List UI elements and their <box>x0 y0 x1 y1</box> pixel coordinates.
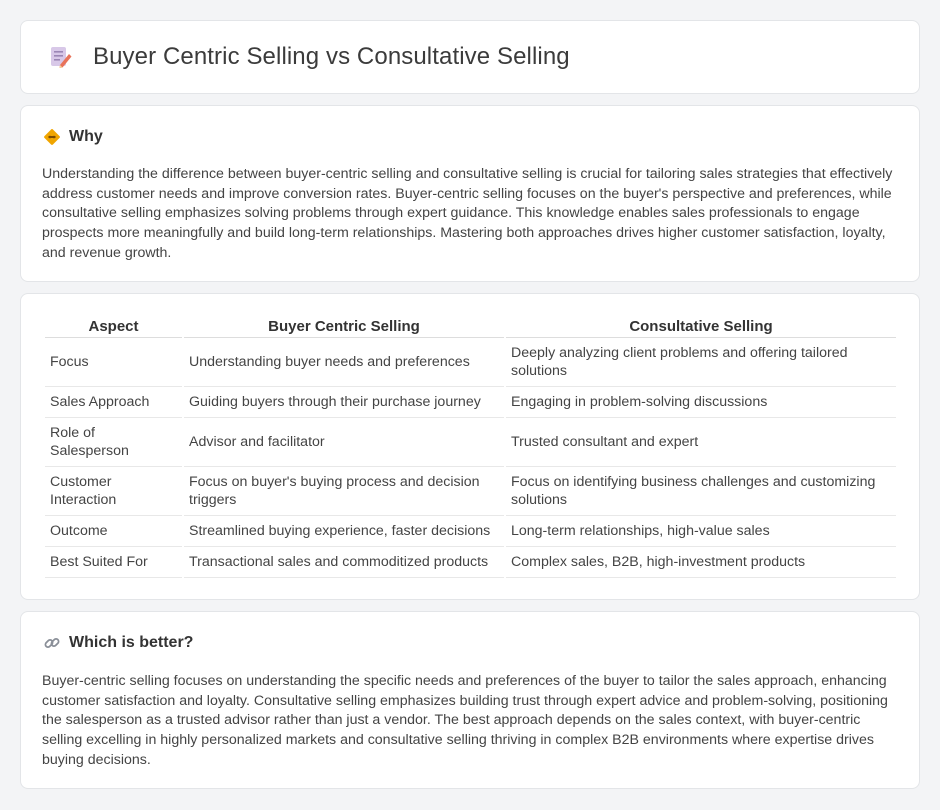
row-aspect: Best Suited For <box>45 547 182 578</box>
row-buyer-centric: Streamlined buying experience, faster de… <box>184 516 504 547</box>
row-buyer-centric: Focus on buyer's buying process and deci… <box>184 467 504 516</box>
header-buyer-centric: Buyer Centric Selling <box>184 316 504 338</box>
header-aspect: Aspect <box>45 316 182 338</box>
title-card: Buyer Centric Selling vs Consultative Se… <box>20 20 920 94</box>
better-text: Buyer-centric selling focuses on underst… <box>42 673 888 768</box>
why-section: Why Understanding the difference between… <box>20 105 920 282</box>
row-consultative: Long-term relationships, high-value sale… <box>506 516 896 547</box>
row-buyer-centric: Guiding buyers through their purchase jo… <box>184 387 504 418</box>
row-aspect: Role of Salesperson <box>45 418 182 467</box>
table-row: Best Suited For Transactional sales and … <box>45 547 896 578</box>
row-consultative: Focus on identifying business challenges… <box>506 467 896 516</box>
row-buyer-centric: Understanding buyer needs and preference… <box>184 338 504 387</box>
row-aspect: Sales Approach <box>45 387 182 418</box>
page-title: Buyer Centric Selling vs Consultative Se… <box>93 43 570 70</box>
pencil-document-icon <box>51 47 72 68</box>
row-consultative: Complex sales, B2B, high-investment prod… <box>506 547 896 578</box>
comparison-section: Aspect Buyer Centric Selling Consultativ… <box>20 293 920 600</box>
table-row: Role of Salesperson Advisor and facilita… <box>45 418 896 467</box>
table-row: Customer Interaction Focus on buyer's bu… <box>45 467 896 516</box>
row-consultative: Deeply analyzing client problems and off… <box>506 338 896 387</box>
row-aspect: Focus <box>45 338 182 387</box>
why-heading: Why <box>69 128 103 145</box>
better-heading: Which is better? <box>69 634 194 651</box>
diamond-sign-icon <box>44 129 60 145</box>
table-row: Sales Approach Guiding buyers through th… <box>45 387 896 418</box>
row-buyer-centric: Advisor and facilitator <box>184 418 504 467</box>
row-consultative: Engaging in problem-solving discussions <box>506 387 896 418</box>
row-aspect: Customer Interaction <box>45 467 182 516</box>
row-consultative: Trusted consultant and expert <box>506 418 896 467</box>
why-text: Understanding the difference between buy… <box>42 166 893 261</box>
header-consultative: Consultative Selling <box>506 316 896 338</box>
link-icon <box>44 638 60 648</box>
table-header-row: Aspect Buyer Centric Selling Consultativ… <box>45 316 896 338</box>
row-aspect: Outcome <box>45 516 182 547</box>
row-buyer-centric: Transactional sales and commoditized pro… <box>184 547 504 578</box>
table-row: Focus Understanding buyer needs and pref… <box>45 338 896 387</box>
table-row: Outcome Streamlined buying experience, f… <box>45 516 896 547</box>
comparison-table: Aspect Buyer Centric Selling Consultativ… <box>43 316 898 578</box>
which-is-better-section: Which is better? Buyer-centric selling f… <box>20 611 920 789</box>
